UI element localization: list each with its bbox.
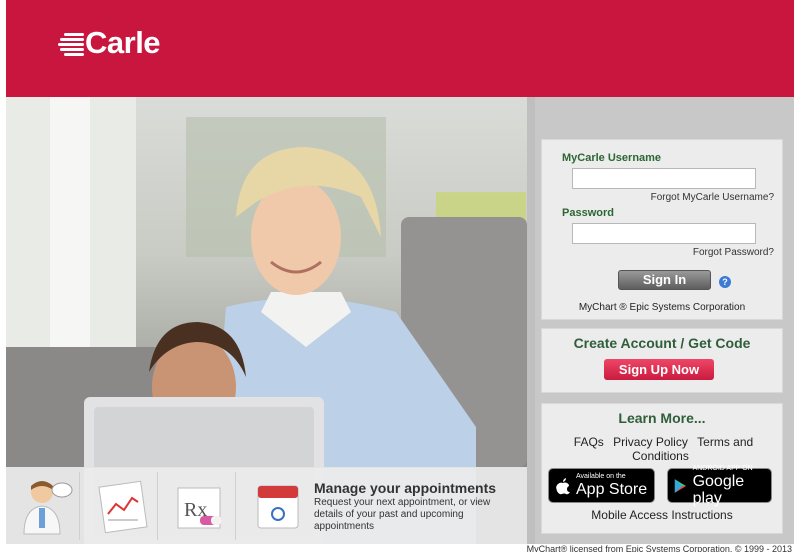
lab-results-icon[interactable] (88, 472, 158, 540)
create-account-title: Create Account / Get Code (573, 335, 751, 351)
prescription-icon[interactable]: Rx (166, 472, 236, 540)
doctor-icon[interactable] (10, 472, 80, 540)
right-panel: MyCarle Username Forgot MyCarle Username… (535, 97, 794, 544)
google-play-small-text: ANDROID APP ON (692, 464, 753, 472)
create-account-box: Create Account / Get Code Sign Up Now (541, 328, 783, 393)
username-input[interactable] (572, 168, 756, 189)
apple-icon (556, 477, 570, 494)
password-label: Password (562, 207, 614, 219)
app-store-small-text: Available on the (576, 473, 626, 480)
learn-more-box: Learn More... FAQs Privacy Policy Terms … (541, 403, 783, 534)
promo-title: Manage your appointments (314, 480, 497, 496)
learn-more-links: FAQs Privacy Policy Terms and Conditions (552, 435, 772, 463)
mobile-access-instructions-link[interactable]: Mobile Access Instructions (542, 508, 782, 522)
mychart-credit: MyChart ® Epic Systems Corporation (578, 302, 746, 313)
calendar-icon[interactable] (244, 472, 314, 540)
google-play-big-text: Google play (692, 472, 745, 507)
password-input[interactable] (572, 223, 756, 244)
learn-more-title: Learn More... (618, 410, 706, 426)
username-label: MyCarle Username (562, 152, 662, 164)
forgot-password-link[interactable]: Forgot Password? (693, 247, 774, 258)
privacy-policy-link[interactable]: Privacy Policy (613, 435, 688, 449)
app-store-badge[interactable]: Available on the App Store (548, 468, 655, 503)
sign-in-button[interactable]: Sign In (618, 270, 711, 290)
hero-photo: Rx Manage your appointments Request your… (6, 97, 527, 544)
app-store-big-text: App Store (576, 481, 648, 498)
carle-logo-mark-icon (58, 29, 84, 57)
forgot-username-link[interactable]: Forgot MyCarle Username? (651, 192, 774, 203)
help-icon[interactable]: ? (719, 276, 731, 288)
promo-description: Request your next appointment, or view d… (314, 497, 491, 532)
brand-name: Carle (85, 25, 161, 60)
faqs-link[interactable]: FAQs (574, 435, 604, 449)
login-box: MyCarle Username Forgot MyCarle Username… (541, 139, 783, 320)
main-content: Rx Manage your appointments Request your… (6, 97, 794, 544)
promo-strip: Rx Manage your appointments Request your… (6, 467, 527, 544)
header-banner: Carle (6, 0, 794, 97)
sign-up-now-button[interactable]: Sign Up Now (604, 359, 714, 380)
google-play-badge[interactable]: ANDROID APP ON Google play (667, 464, 772, 507)
footer-copyright: MyChart® licensed from Epic Systems Corp… (526, 544, 792, 552)
carle-logo[interactable]: Carle (58, 25, 161, 60)
google-play-icon (674, 478, 686, 493)
